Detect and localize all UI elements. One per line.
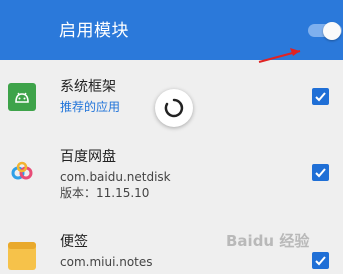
module-name: 百度网盘	[60, 149, 116, 165]
android-icon	[8, 83, 36, 111]
module-version: 版本：11.15.10	[60, 186, 150, 200]
module-checkbox[interactable]	[312, 252, 329, 269]
module-row-baidu-netdisk[interactable]: 百度网盘 com.baidu.netdisk 版本：11.15.10	[0, 140, 343, 212]
page-title: 启用模块	[59, 21, 129, 41]
header-bar: 启用模块	[0, 0, 343, 60]
enable-modules-toggle[interactable]	[308, 22, 343, 40]
module-name: 系统框架	[60, 79, 116, 95]
baidu-netdisk-icon	[8, 158, 36, 186]
check-icon	[315, 92, 326, 102]
module-package: com.baidu.netdisk	[60, 170, 171, 184]
module-name: 便签	[60, 234, 88, 250]
module-checkbox[interactable]	[312, 88, 329, 105]
check-icon	[315, 256, 326, 266]
spinner-icon	[164, 98, 184, 118]
module-checkbox[interactable]	[312, 164, 329, 181]
module-package: com.miui.notes	[60, 255, 153, 269]
loading-spinner	[155, 89, 193, 127]
watermark: Baidu 经验	[226, 232, 310, 250]
check-icon	[315, 168, 326, 178]
toggle-knob	[323, 22, 341, 40]
module-subtitle: 推荐的应用	[60, 100, 121, 114]
notes-icon	[8, 242, 36, 270]
